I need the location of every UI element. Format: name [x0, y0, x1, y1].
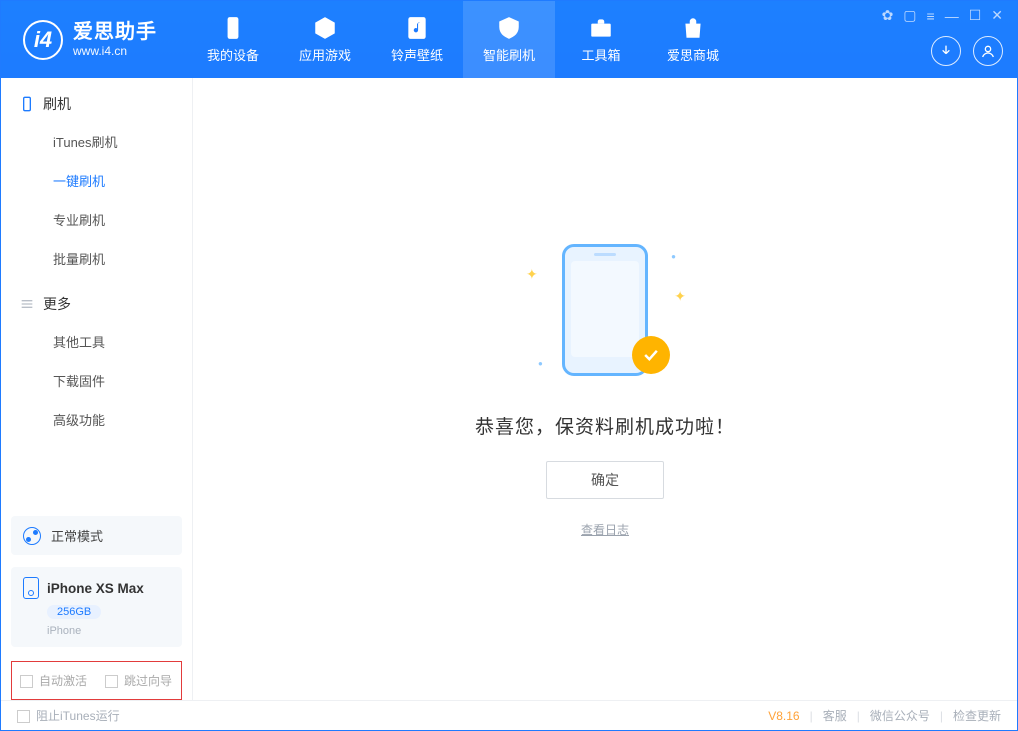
lock-icon[interactable]: ▢ [903, 7, 916, 24]
mode-icon [23, 527, 41, 545]
menu-icon[interactable]: ≡ [927, 8, 935, 24]
tab-my-device[interactable]: 我的设备 [187, 1, 279, 78]
user-icon [980, 43, 996, 59]
tab-label: 爱思商城 [667, 45, 719, 64]
device-capacity: 256GB [47, 605, 101, 619]
download-button[interactable] [931, 36, 961, 66]
tab-label: 铃声壁纸 [391, 45, 443, 64]
window-controls: ✿ ▢ ≡ — ☐ ✕ [882, 7, 1003, 24]
logo-text: 爱思助手 www.i4.cn [73, 20, 157, 58]
music-note-icon [404, 15, 430, 41]
close-icon[interactable]: ✕ [991, 7, 1003, 24]
flash-options-highlight: 自动激活 跳过向导 [11, 661, 182, 700]
logo-icon: i4 [23, 20, 63, 60]
minimize-icon[interactable]: — [945, 8, 959, 24]
sparkle-icon: ✦ [526, 266, 538, 283]
device-icon [23, 577, 39, 599]
app-window: i4 爱思助手 www.i4.cn 我的设备 应用游戏 铃声壁纸 智能刷机 [0, 0, 1018, 731]
app-subtitle: www.i4.cn [73, 44, 157, 58]
tab-ringtone-wallpaper[interactable]: 铃声壁纸 [371, 1, 463, 78]
tab-smart-flash[interactable]: 智能刷机 [463, 1, 555, 78]
maximize-icon[interactable]: ☐ [969, 7, 982, 24]
separator: | [940, 709, 943, 723]
tab-label: 应用游戏 [299, 45, 351, 64]
tab-label: 智能刷机 [483, 45, 535, 64]
cube-icon [312, 15, 338, 41]
refresh-shield-icon [496, 15, 522, 41]
shopping-bag-icon [680, 15, 706, 41]
separator: | [857, 709, 860, 723]
device-type: iPhone [47, 625, 170, 637]
tab-label: 我的设备 [207, 45, 259, 64]
dot-icon: ● [538, 359, 543, 368]
footer-right: V8.16 | 客服 | 微信公众号 | 检查更新 [768, 707, 1001, 724]
checkbox-auto-activate[interactable]: 自动激活 [20, 672, 87, 689]
footer-link-service[interactable]: 客服 [823, 707, 847, 724]
tab-store[interactable]: 爱思商城 [647, 1, 739, 78]
shirt-icon[interactable]: ✿ [882, 7, 894, 24]
sidebar-item-onekey-flash[interactable]: 一键刷机 [1, 161, 192, 200]
sidebar-item-pro-flash[interactable]: 专业刷机 [1, 200, 192, 239]
group-title: 更多 [43, 294, 71, 314]
version-label: V8.16 [768, 709, 799, 723]
logo: i4 爱思助手 www.i4.cn [1, 20, 179, 60]
success-message: 恭喜您，保资料刷机成功啦！ [475, 412, 735, 439]
mode-label: 正常模式 [51, 526, 103, 545]
checkbox-icon [20, 675, 33, 688]
separator: | [810, 709, 813, 723]
header-circle-buttons [931, 36, 1003, 66]
header: i4 爱思助手 www.i4.cn 我的设备 应用游戏 铃声壁纸 智能刷机 [1, 1, 1017, 78]
checkbox-label: 跳过向导 [124, 674, 172, 688]
checkbox-label: 阻止iTunes运行 [36, 709, 120, 723]
success-badge [632, 336, 670, 374]
sidebar-item-batch-flash[interactable]: 批量刷机 [1, 239, 192, 278]
device-name: iPhone XS Max [47, 581, 144, 596]
sidebar: 刷机 iTunes刷机 一键刷机 专业刷机 批量刷机 更多 其他工具 下载固件 … [1, 78, 193, 700]
tab-label: 工具箱 [581, 45, 620, 64]
view-log-link[interactable]: 查看日志 [581, 521, 629, 538]
tab-toolbox[interactable]: 工具箱 [555, 1, 647, 78]
phone-icon [220, 15, 246, 41]
sidebar-group-flash: 刷机 [1, 78, 192, 122]
sparkle-icon: ✦ [674, 288, 686, 305]
device-card[interactable]: iPhone XS Max 256GB iPhone [11, 567, 182, 647]
checkbox-icon [17, 710, 30, 723]
ok-button[interactable]: 确定 [546, 461, 664, 499]
dot-icon: ● [671, 252, 676, 261]
group-title: 刷机 [43, 94, 71, 114]
account-button[interactable] [973, 36, 1003, 66]
checkbox-block-itunes[interactable]: 阻止iTunes运行 [17, 707, 120, 724]
nav-tabs: 我的设备 应用游戏 铃声壁纸 智能刷机 工具箱 爱思商城 [187, 1, 739, 78]
download-icon [938, 43, 954, 59]
briefcase-icon [588, 15, 614, 41]
list-icon [19, 296, 35, 312]
footer: 阻止iTunes运行 V8.16 | 客服 | 微信公众号 | 检查更新 [1, 700, 1017, 730]
checkmark-icon [641, 345, 661, 365]
phone-outline-icon [19, 96, 35, 112]
tab-apps-games[interactable]: 应用游戏 [279, 1, 371, 78]
checkbox-icon [105, 675, 118, 688]
main-content: ✦ ✦ ● ● 恭喜您，保资料刷机成功啦！ 确定 查看日志 [193, 78, 1017, 700]
sidebar-item-download-firmware[interactable]: 下载固件 [1, 361, 192, 400]
device-row: iPhone XS Max [23, 577, 170, 599]
footer-link-wechat[interactable]: 微信公众号 [870, 707, 930, 724]
sidebar-item-other-tools[interactable]: 其他工具 [1, 322, 192, 361]
checkbox-skip-guide[interactable]: 跳过向导 [105, 672, 172, 689]
app-title: 爱思助手 [73, 20, 157, 44]
body: 刷机 iTunes刷机 一键刷机 专业刷机 批量刷机 更多 其他工具 下载固件 … [1, 78, 1017, 700]
sidebar-item-itunes-flash[interactable]: iTunes刷机 [1, 122, 192, 161]
mode-card[interactable]: 正常模式 [11, 516, 182, 555]
sidebar-group-more: 更多 [1, 278, 192, 322]
success-illustration: ✦ ✦ ● ● [520, 240, 690, 390]
footer-link-update[interactable]: 检查更新 [953, 707, 1001, 724]
checkbox-label: 自动激活 [39, 674, 87, 688]
header-right: ✿ ▢ ≡ — ☐ ✕ [882, 1, 1003, 78]
sidebar-item-advanced[interactable]: 高级功能 [1, 400, 192, 439]
